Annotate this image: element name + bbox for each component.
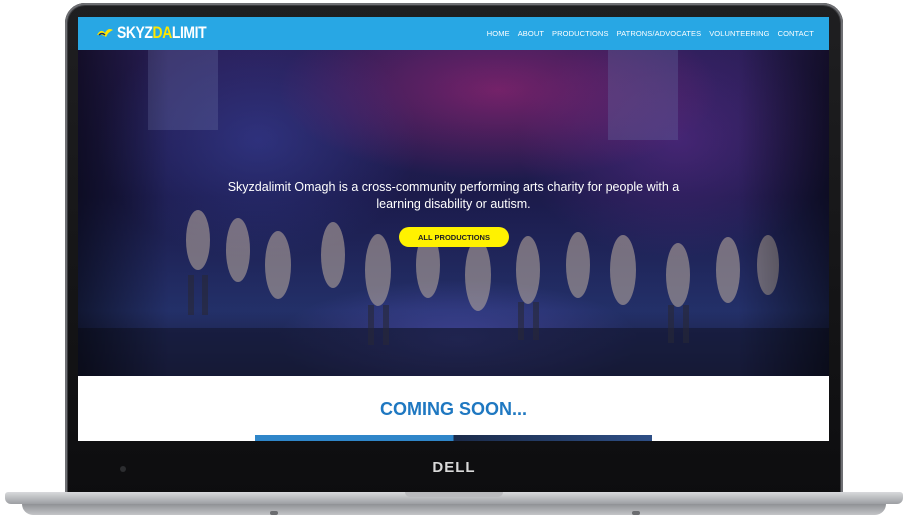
content-image-strip [255, 435, 652, 441]
dell-logo: DELL [432, 459, 476, 476]
site-navbar: SKYZDALIMIT HOME ABOUT PRODUCTIONS PATRO… [78, 17, 829, 50]
hero-banner: Skyzdalimit Omagh is a cross-community p… [78, 50, 829, 376]
nav-volunteering[interactable]: VOLUNTEERING [709, 29, 769, 38]
lid-opening-notch [405, 492, 503, 497]
nav-patrons-advocates[interactable]: PATRONS/ADVOCATES [617, 29, 702, 38]
nav-home[interactable]: HOME [487, 29, 510, 38]
nav-contact[interactable]: CONTACT [778, 29, 814, 38]
hero-overlay [78, 50, 829, 376]
laptop-base-lower [22, 504, 886, 515]
main-nav: HOME ABOUT PRODUCTIONS PATRONS/ADVOCATES… [487, 17, 814, 50]
bird-logo-icon [97, 29, 113, 37]
coming-soon-heading: COMING SOON... [379, 399, 527, 419]
site-logo[interactable]: SKYZDALIMIT [96, 22, 226, 44]
webcam-icon [120, 466, 126, 472]
laptop-screen: SKYZDALIMIT HOME ABOUT PRODUCTIONS PATRO… [78, 17, 829, 441]
laptop-foot-left [270, 511, 278, 515]
laptop-foot-right [632, 511, 640, 515]
nav-about[interactable]: ABOUT [518, 29, 544, 38]
all-productions-button[interactable]: ALL PRODUCTIONS [399, 227, 509, 247]
hero-tagline: Skyzdalimit Omagh is a cross-community p… [227, 180, 680, 211]
nav-productions[interactable]: PRODUCTIONS [552, 29, 609, 38]
logo-text: SKYZDALIMIT [117, 23, 207, 42]
